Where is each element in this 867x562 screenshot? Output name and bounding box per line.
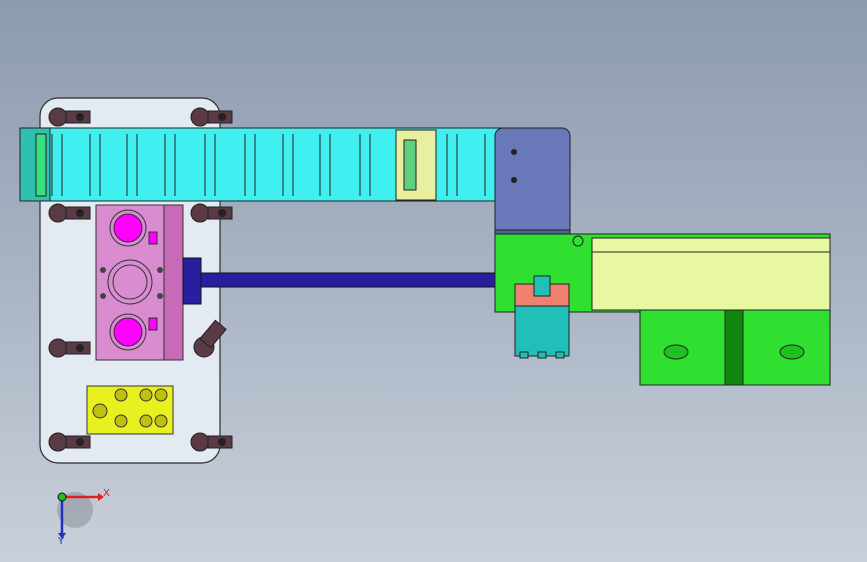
port-upper (113, 213, 143, 243)
screw (48, 107, 91, 127)
x-axis-label: X (103, 488, 110, 499)
support-base[interactable] (639, 309, 831, 386)
center-bore (107, 259, 153, 305)
cable-chain[interactable] (19, 127, 511, 202)
piston-rod[interactable] (200, 272, 507, 288)
cylinder[interactable] (514, 275, 570, 359)
screw (190, 203, 233, 223)
screw (48, 338, 91, 358)
screw (190, 107, 233, 127)
manifold-block[interactable] (86, 385, 174, 435)
valve-block[interactable] (95, 204, 184, 361)
assembly-model[interactable] (0, 0, 867, 562)
piston-rod-mount (182, 257, 202, 305)
axis-triad (57, 492, 104, 539)
screw (190, 432, 233, 452)
screw (48, 432, 91, 452)
port-lower (113, 317, 143, 347)
y-axis-label: Y (58, 536, 65, 547)
cad-viewport[interactable]: X Y (0, 0, 867, 562)
screw (48, 203, 91, 223)
